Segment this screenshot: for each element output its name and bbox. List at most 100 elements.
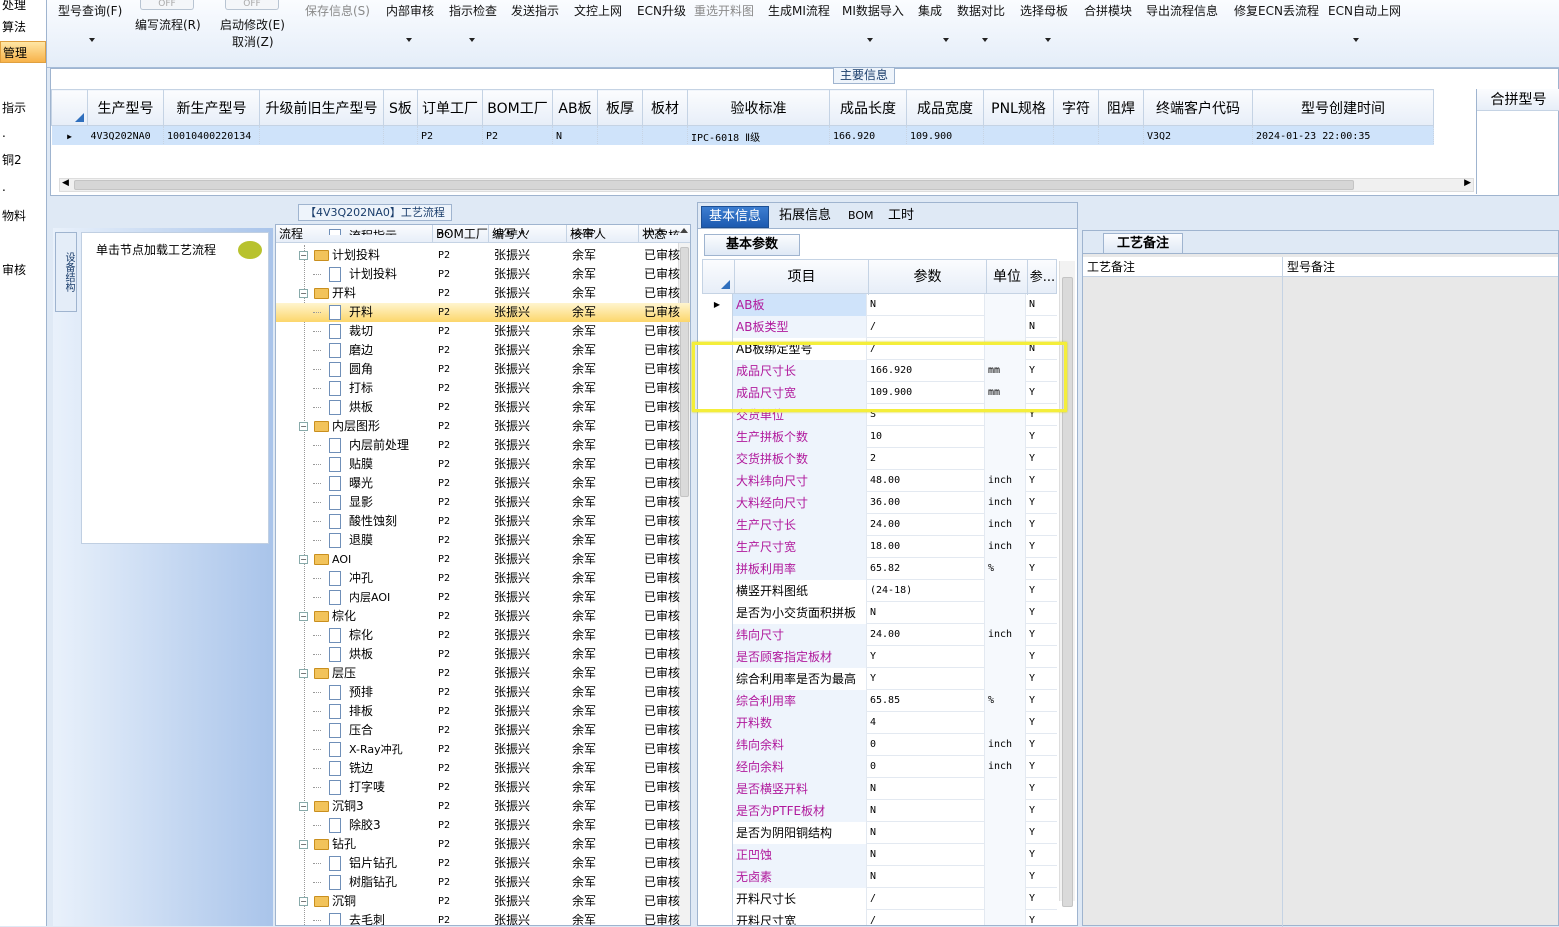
param-value[interactable]: / — [867, 888, 985, 910]
left-nav-item[interactable]: 审核 — [0, 259, 46, 281]
tree-node-label[interactable]: 冲孔 — [349, 571, 373, 586]
grid-cell[interactable]: 109.900 — [906, 125, 984, 145]
tree-node-label[interactable]: 曝光 — [349, 476, 373, 491]
tree-row[interactable]: 铝片钻孔 P2 张振兴 余军 已审核 — [276, 854, 690, 873]
grid-cell[interactable]: V3Q2 — [1143, 125, 1253, 145]
left-nav-item[interactable]: 物料 — [0, 205, 46, 227]
tree-row[interactable]: − 棕化 P2 张振兴 余军 已审核 — [276, 607, 690, 626]
dropdown-arrow-icon[interactable] — [982, 38, 988, 42]
grid-cell[interactable] — [597, 125, 643, 145]
scroll-left-icon[interactable]: ◀ — [62, 178, 69, 188]
grid-cell[interactable]: 10010400220134 — [163, 125, 260, 145]
tree-row[interactable]: − 开料 P2 张振兴 余军 已审核 — [276, 284, 690, 303]
param-value[interactable]: 0 — [867, 756, 985, 778]
tree-row[interactable]: 贴膜 P2 张振兴 余军 已审核 — [276, 455, 690, 474]
toolbar-button[interactable]: 指示检查 — [449, 2, 497, 19]
notes-tab[interactable]: 工艺备注 — [1103, 233, 1183, 254]
dropdown-arrow-icon[interactable] — [469, 38, 475, 42]
tree-row[interactable]: 铣边 P2 张振兴 余军 已审核 — [276, 759, 690, 778]
tree-row[interactable]: 曝光 P2 张振兴 余军 已审核 — [276, 474, 690, 493]
left-nav-item[interactable]: 算法 — [0, 16, 46, 38]
dropdown-arrow-icon[interactable] — [89, 38, 95, 42]
row-indicator[interactable] — [702, 514, 733, 536]
row-indicator[interactable] — [702, 316, 733, 338]
left-nav-item[interactable]: 处理 — [0, 0, 46, 16]
column-header[interactable]: 新生产型号 — [163, 89, 260, 126]
param-value[interactable]: 0 — [867, 734, 985, 756]
row-indicator[interactable] — [702, 558, 733, 580]
row-indicator[interactable] — [702, 580, 733, 602]
param-value[interactable]: (24-18) — [867, 580, 985, 602]
dropdown-arrow-icon[interactable] — [943, 38, 949, 42]
tree-node-label[interactable]: 显影 — [349, 495, 373, 510]
tree-node-label[interactable]: 裁切 — [349, 324, 373, 339]
toolbar-button[interactable]: 合拼模块 — [1084, 2, 1132, 19]
grid-cell[interactable]: 166.920 — [829, 125, 907, 145]
param-row[interactable]: 生产尺寸宽 18.00 inch Y — [702, 536, 1057, 558]
column-header[interactable]: BOM工厂 — [482, 89, 553, 126]
param-value[interactable]: 10 — [867, 426, 985, 448]
tree-row[interactable]: − 沉铜 P2 张振兴 余军 已审核 — [276, 892, 690, 911]
row-indicator[interactable] — [702, 800, 733, 822]
param-value[interactable]: 65.82 — [867, 558, 985, 580]
row-indicator[interactable] — [702, 844, 733, 866]
toolbar-button[interactable]: 启动修改(E) — [220, 16, 285, 33]
param-row[interactable]: 纬向尺寸 24.00 inch Y — [702, 624, 1057, 646]
toolbar-button[interactable]: 数据对比 — [957, 2, 1005, 19]
column-header[interactable]: S板 — [383, 89, 418, 126]
tree-row[interactable]: 内层前处理 P2 张振兴 余军 已审核 — [276, 436, 690, 455]
tree-node-label[interactable]: 打标 — [349, 381, 373, 396]
dropdown-arrow-icon[interactable] — [1353, 38, 1359, 42]
tree-node-label[interactable]: 磨边 — [349, 343, 373, 358]
toolbar-button[interactable]: ECN升级 — [637, 2, 686, 19]
column-header[interactable]: 升级前旧生产型号 — [259, 89, 384, 126]
param-value[interactable]: N — [867, 778, 985, 800]
param-row[interactable]: 是否顾客指定板材 Y Y — [702, 646, 1057, 668]
tree-node-label[interactable]: 钻孔 — [332, 837, 356, 852]
row-indicator[interactable] — [702, 536, 733, 558]
tree-row[interactable]: − 钻孔 P2 张振兴 余军 已审核 — [276, 835, 690, 854]
row-indicator[interactable] — [702, 492, 733, 514]
left-nav-item[interactable]: 指示 — [0, 97, 46, 119]
param-value[interactable]: 24.00 — [867, 624, 985, 646]
param-value[interactable]: N — [867, 294, 985, 316]
param-row[interactable]: 交货拼板个数 2 Y — [702, 448, 1057, 470]
toolbar-button[interactable]: 集成 — [918, 2, 942, 19]
param-value[interactable]: Y — [867, 646, 985, 668]
param-row[interactable]: 是否横竖开料 N Y — [702, 778, 1057, 800]
collapse-toggle-icon[interactable]: − — [299, 555, 308, 564]
tree-row[interactable]: 流程指示 P2 张振兴 余军 已审核 — [276, 227, 690, 235]
row-indicator[interactable]: ▶ — [52, 126, 88, 146]
param-value[interactable]: N — [867, 602, 985, 624]
row-indicator[interactable] — [702, 712, 733, 734]
tree-node-label[interactable]: 烘板 — [349, 400, 373, 415]
param-row[interactable]: 大料经向尺寸 36.00 inch Y — [702, 492, 1057, 514]
tree-row[interactable]: 去毛刺 P2 张振兴 余军 已审核 — [276, 911, 690, 925]
column-header[interactable]: PNL规格 — [983, 89, 1054, 126]
param-value[interactable]: N — [867, 822, 985, 844]
toolbar-button[interactable]: 修复ECN丢流程 — [1234, 2, 1319, 19]
tree-node-label[interactable]: 开料 — [332, 286, 356, 301]
tree-row[interactable]: 打字唛 P2 张振兴 余军 已审核 — [276, 778, 690, 797]
detail-tab[interactable]: BOM — [841, 206, 881, 228]
detail-tab[interactable]: 工时 — [881, 206, 921, 228]
row-indicator[interactable] — [702, 646, 733, 668]
param-row[interactable]: 生产尺寸长 24.00 inch Y — [702, 514, 1057, 536]
param-value[interactable]: 48.00 — [867, 470, 985, 492]
param-row[interactable]: 纬向余料 0 inch Y — [702, 734, 1057, 756]
param-row[interactable]: ▶ AB板 N N — [702, 294, 1057, 316]
grid-cell[interactable]: N — [552, 125, 598, 145]
tree-row[interactable]: 排板 P2 张振兴 余军 已审核 — [276, 702, 690, 721]
toolbar-button[interactable]: 文控上网 — [574, 2, 622, 19]
grid-cell[interactable]: P2 — [482, 125, 553, 145]
toggle-switch[interactable]: OFF — [140, 0, 194, 10]
grid-cell[interactable]: P2 — [417, 125, 483, 145]
tree-node-label[interactable]: 流程指示 — [349, 229, 397, 235]
tree-node-label[interactable]: 压合 — [349, 723, 373, 738]
param-row[interactable]: 综合利用率是否为最高 Y Y — [702, 668, 1057, 690]
param-row[interactable]: 是否为小交货面积拼板 N Y — [702, 602, 1057, 624]
collapse-toggle-icon[interactable]: − — [299, 612, 308, 621]
toolbar-button[interactable]: 型号查询(F) — [58, 2, 122, 19]
collapse-toggle-icon[interactable]: − — [299, 669, 308, 678]
param-value[interactable]: Y — [867, 668, 985, 690]
